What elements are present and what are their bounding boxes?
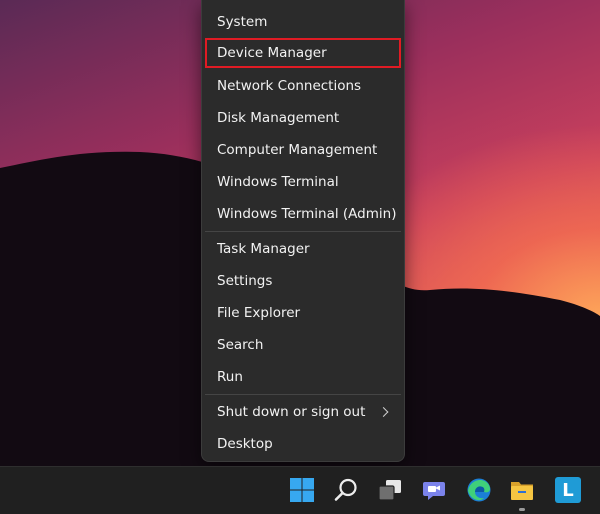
menu-item-file-explorer[interactable]: File Explorer <box>205 298 401 328</box>
menu-separator <box>205 231 401 232</box>
menu-item-label: Windows Terminal <box>217 174 339 190</box>
menu-item-label: Task Manager <box>217 241 310 257</box>
winx-context-menu: System Device Manager Network Connection… <box>201 0 405 462</box>
menu-item-label: Shut down or sign out <box>217 404 366 420</box>
menu-item-run[interactable]: Run <box>205 362 401 392</box>
menu-item-desktop[interactable]: Desktop <box>205 429 401 459</box>
menu-item-label: Network Connections <box>217 78 362 94</box>
chevron-right-icon <box>378 407 389 417</box>
menu-item-label: Desktop <box>217 436 273 452</box>
windows-start-icon[interactable] <box>289 477 315 503</box>
menu-item-disk-management[interactable]: Disk Management <box>205 103 401 133</box>
menu-item-computer-management[interactable]: Computer Management <box>205 135 401 165</box>
menu-item-settings[interactable]: Settings <box>205 266 401 296</box>
menu-item-system[interactable]: System <box>205 7 401 37</box>
menu-item-network-connections[interactable]: Network Connections <box>205 71 401 101</box>
menu-item-label: File Explorer <box>217 305 301 321</box>
app-l-icon[interactable]: L <box>555 477 581 503</box>
menu-item-label: Settings <box>217 273 273 289</box>
running-app-indicator <box>519 508 525 511</box>
menu-item-label: Device Manager <box>217 45 327 61</box>
menu-item-label: System <box>217 14 268 30</box>
menu-item-windows-terminal-admin[interactable]: Windows Terminal (Admin) <box>205 199 401 229</box>
task-view-icon[interactable] <box>377 477 403 503</box>
app-l-letter: L <box>562 479 574 501</box>
teams-chat-icon[interactable] <box>421 477 447 503</box>
menu-item-device-manager[interactable]: Device Manager <box>205 38 401 68</box>
menu-item-label: Disk Management <box>217 110 340 126</box>
menu-item-label: Search <box>217 337 264 353</box>
edge-icon[interactable] <box>466 477 492 503</box>
menu-item-shut-down-or-sign-out[interactable]: Shut down or sign out <box>205 397 401 427</box>
file-explorer-icon[interactable] <box>509 477 535 503</box>
menu-item-windows-terminal[interactable]: Windows Terminal <box>205 167 401 197</box>
menu-separator <box>205 394 401 395</box>
menu-item-task-manager[interactable]: Task Manager <box>205 234 401 264</box>
menu-item-label: Run <box>217 369 243 385</box>
menu-item-label: Computer Management <box>217 142 378 158</box>
menu-item-label: Windows Terminal (Admin) <box>217 206 397 222</box>
menu-item-search[interactable]: Search <box>205 330 401 360</box>
search-icon[interactable] <box>333 477 359 503</box>
taskbar: L <box>0 466 600 514</box>
